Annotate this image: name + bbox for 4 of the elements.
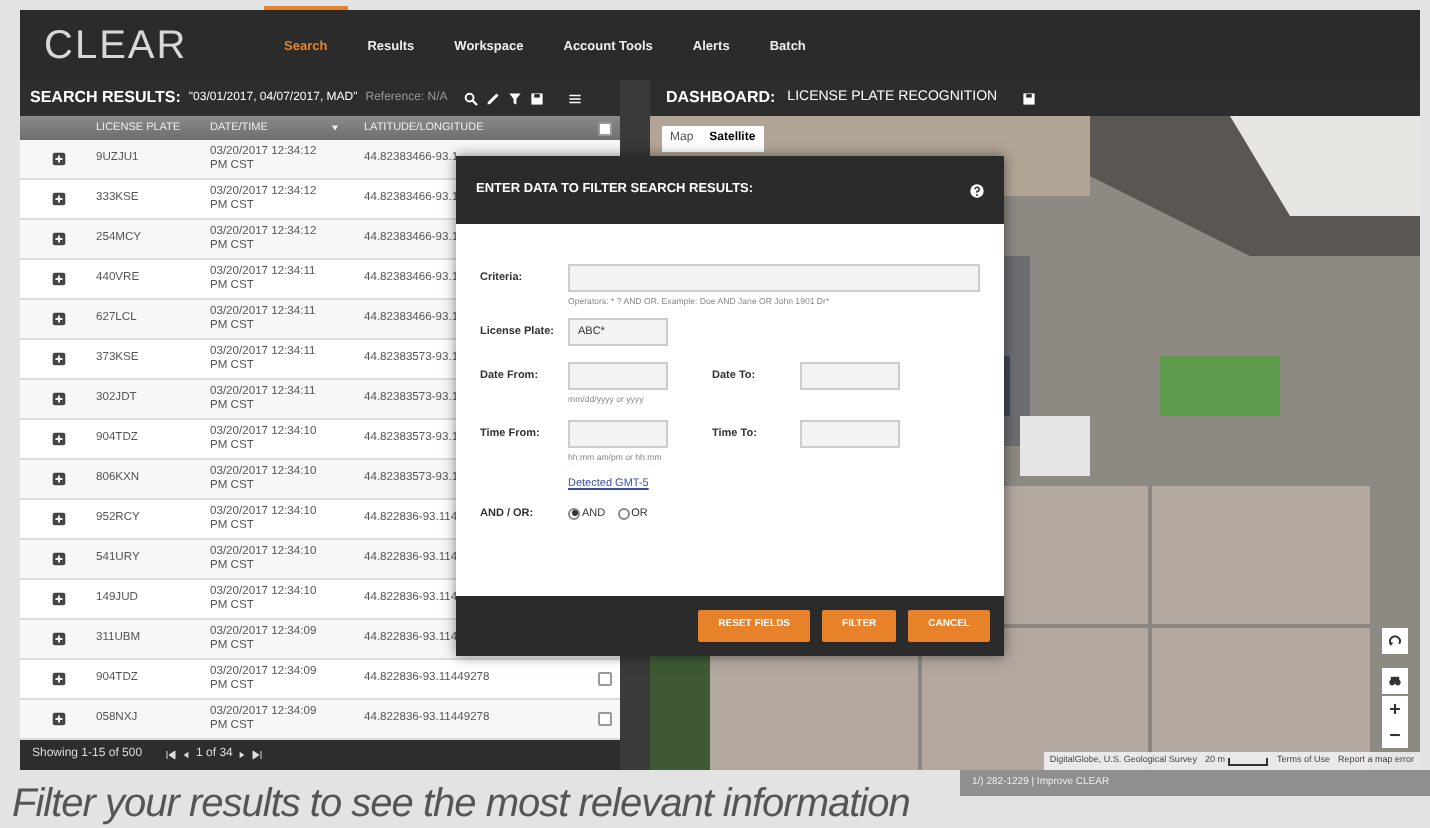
logo: CLEAR xyxy=(44,21,190,71)
panel-title: SEARCH RESULTS: xyxy=(30,86,181,110)
panel-title: DASHBOARD: xyxy=(666,86,776,110)
caption: Filter your results to see the most relevant information xyxy=(12,780,910,828)
